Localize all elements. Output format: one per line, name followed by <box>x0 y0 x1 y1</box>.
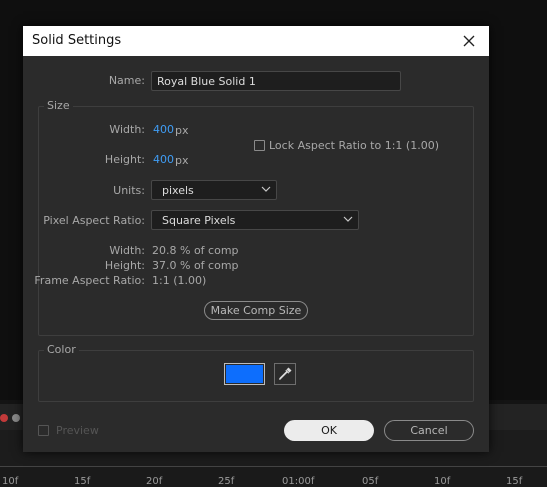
eyedropper-icon <box>278 367 292 380</box>
pixel-aspect-dropdown[interactable]: Square Pixels <box>151 210 359 230</box>
preview-checkbox[interactable] <box>38 425 49 436</box>
units-label: Units: <box>113 184 145 197</box>
frame-aspect-value: 1:1 (1.00) <box>152 274 207 287</box>
eyedropper-button[interactable] <box>274 363 296 385</box>
info-height-label: Height: <box>104 259 145 272</box>
name-input[interactable]: Royal Blue Solid 1 <box>151 71 401 91</box>
timeline-tick: 01:00f <box>282 476 315 487</box>
timeline-tick: 05f <box>362 476 379 487</box>
timeline-tick: 10f <box>2 476 19 487</box>
height-unit: px <box>175 154 189 167</box>
timeline-ruler[interactable]: 10f 15f 20f 25f 01:00f 05f 10f 15f <box>0 466 547 487</box>
close-button[interactable] <box>457 29 481 53</box>
size-legend: Size <box>44 99 73 112</box>
settings-icon <box>12 414 20 422</box>
info-width-label: Width: <box>109 244 145 257</box>
height-value[interactable]: 400 <box>153 153 174 166</box>
timeline-tick: 20f <box>146 476 163 487</box>
preview-label[interactable]: Preview <box>56 424 99 437</box>
timeline-tick: 10f <box>434 476 451 487</box>
panel-icons <box>0 410 22 432</box>
timeline-tick: 15f <box>74 476 91 487</box>
cancel-button[interactable]: Cancel <box>384 420 474 441</box>
height-label: Height: <box>104 153 145 166</box>
width-unit: px <box>175 124 189 137</box>
title-bar[interactable]: Solid Settings <box>23 26 489 56</box>
width-value[interactable]: 400 <box>153 123 174 136</box>
make-comp-size-button[interactable]: Make Comp Size <box>204 301 308 320</box>
name-label: Name: <box>108 74 145 87</box>
frame-aspect-label: Frame Aspect Ratio: <box>34 274 145 287</box>
info-height-value: 37.0 % of comp <box>152 259 239 272</box>
pixel-aspect-value: Square Pixels <box>162 214 236 227</box>
units-value: pixels <box>162 184 194 197</box>
ok-button[interactable]: OK <box>284 420 374 441</box>
timeline-tick: 25f <box>218 476 235 487</box>
color-swatch[interactable] <box>224 363 265 385</box>
timeline-tick: 15f <box>506 476 523 487</box>
close-icon <box>463 35 475 47</box>
lock-aspect-checkbox[interactable] <box>254 140 265 151</box>
width-label: Width: <box>109 123 145 136</box>
record-icon <box>0 414 8 422</box>
solid-settings-dialog: Solid Settings Name: Royal Blue Solid 1 … <box>23 26 489 452</box>
color-swatch-fill <box>226 365 263 383</box>
color-legend: Color <box>44 343 79 356</box>
dialog-title: Solid Settings <box>32 33 122 48</box>
units-dropdown[interactable]: pixels <box>151 180 277 200</box>
chevron-down-icon <box>343 216 353 222</box>
info-width-value: 20.8 % of comp <box>152 244 239 257</box>
chevron-down-icon <box>261 186 271 192</box>
lock-aspect-label[interactable]: Lock Aspect Ratio to 1:1 (1.00) <box>269 139 439 152</box>
pixel-aspect-label: Pixel Aspect Ratio: <box>43 214 145 227</box>
